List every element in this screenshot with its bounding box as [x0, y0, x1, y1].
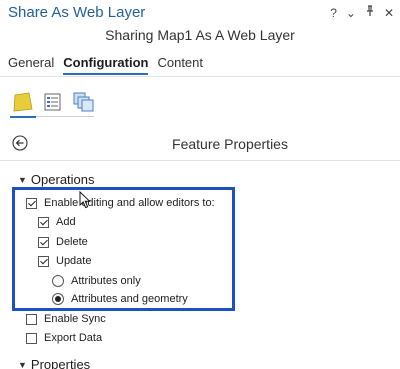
delete-label: Delete: [56, 236, 88, 248]
operations-header[interactable]: ▼ Operations: [18, 172, 95, 187]
chevron-down-icon: ▼: [18, 359, 27, 369]
export-data-checkbox[interactable]: [26, 332, 37, 344]
pane-subtitle: Sharing Map1 As A Web Layer: [105, 27, 295, 43]
delete-checkbox[interactable]: [38, 236, 49, 248]
add-label: Add: [56, 216, 76, 228]
pane-titlebar: Share As Web Layer ? ⌄ ✕: [0, 0, 400, 28]
config-icon-tabs: [12, 92, 94, 112]
chevron-down-icon: ▼: [18, 174, 27, 185]
feature-properties-title: Feature Properties: [172, 136, 288, 152]
properties-list-icon[interactable]: [42, 92, 64, 112]
export-data-option: Export Data: [26, 332, 102, 344]
properties-header[interactable]: ▼ Properties: [18, 357, 90, 369]
properties-label: Properties: [30, 357, 91, 369]
close-icon[interactable]: ✕: [384, 6, 394, 20]
section-divider: [0, 160, 400, 161]
pin-icon[interactable]: [365, 5, 375, 20]
pane-controls: ? ⌄ ✕: [330, 5, 394, 20]
tab-configuration[interactable]: Configuration: [63, 55, 149, 75]
tab-general[interactable]: General: [8, 55, 54, 75]
add-checkbox[interactable]: [38, 216, 49, 228]
mouse-pointer-icon: [79, 191, 91, 209]
enable-editing-option: Enable editing and allow editors to:: [26, 197, 215, 209]
enable-sync-option: Enable Sync: [26, 313, 106, 325]
layer-icon[interactable]: [12, 92, 34, 112]
pages-icon[interactable]: [72, 92, 94, 112]
enable-sync-label: Enable Sync: [44, 313, 106, 325]
attributes-geometry-option: Attributes and geometry: [52, 293, 188, 305]
attributes-geometry-label: Attributes and geometry: [71, 293, 188, 305]
enable-editing-checkbox[interactable]: [26, 197, 37, 209]
add-option: Add: [38, 216, 76, 228]
attributes-only-radio[interactable]: [52, 275, 64, 287]
operations-label: Operations: [30, 172, 95, 187]
tab-content[interactable]: Content: [157, 55, 203, 75]
update-label: Update: [56, 255, 92, 267]
enable-editing-label: Enable editing and allow editors to:: [44, 197, 215, 209]
pin-glyph: [366, 5, 373, 16]
attributes-only-option: Attributes only: [52, 275, 141, 287]
menu-chevron-icon[interactable]: ⌄: [346, 6, 356, 20]
attributes-only-label: Attributes only: [71, 275, 141, 287]
tab-bar: General Configuration Content: [8, 55, 203, 75]
tab-divider: [0, 76, 400, 77]
delete-option: Delete: [38, 236, 88, 248]
icon-tab-active-indicator: [10, 116, 36, 118]
enable-sync-checkbox[interactable]: [26, 313, 37, 325]
update-option: Update: [38, 255, 91, 267]
pane-title: Share As Web Layer: [8, 4, 146, 21]
help-icon[interactable]: ?: [330, 6, 337, 20]
update-checkbox[interactable]: [38, 255, 49, 267]
export-data-label: Export Data: [44, 332, 103, 344]
attributes-geometry-radio[interactable]: [52, 293, 64, 305]
